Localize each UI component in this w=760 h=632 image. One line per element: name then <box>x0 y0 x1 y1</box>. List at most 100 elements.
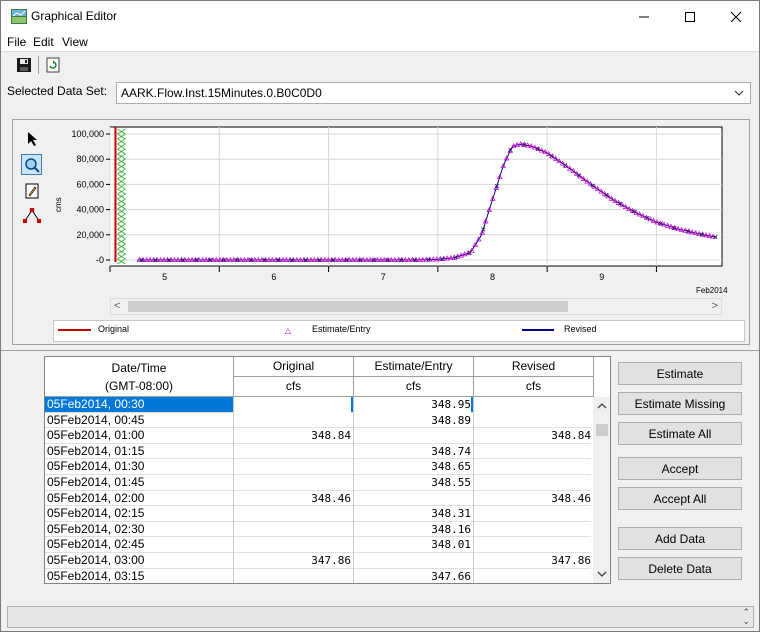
table-row[interactable]: 05Feb2014, 01:30 348.65 <box>45 459 591 476</box>
col-header-revised[interactable]: Revised <box>474 357 594 377</box>
table-row[interactable]: 05Feb2014, 01:00 348.84 348.84 <box>45 428 591 445</box>
cell-estimate[interactable] <box>354 553 471 569</box>
delete-data-button[interactable]: Delete Data <box>618 557 742 580</box>
cell-estimate[interactable]: 348.31 <box>354 506 471 522</box>
x-tick-label: 6 <box>271 272 276 282</box>
table-scroll-thumb[interactable] <box>596 424 608 436</box>
scroll-right-icon[interactable]: > <box>712 300 718 312</box>
scroll-thumb[interactable] <box>128 301 568 312</box>
cell-original[interactable]: 348.84 <box>234 428 351 444</box>
cell-datetime[interactable]: 05Feb2014, 02:15 <box>47 506 232 522</box>
table-row[interactable]: 05Feb2014, 01:45 348.55 <box>45 475 591 491</box>
add-data-button[interactable]: Add Data <box>618 527 742 550</box>
plot-horizontal-scrollbar[interactable]: < > <box>110 298 722 315</box>
cell-original[interactable] <box>234 459 351 475</box>
accept-all-button[interactable]: Accept All <box>618 487 742 510</box>
table-row[interactable]: 05Feb2014, 00:30 348.95 <box>45 397 591 413</box>
app-icon <box>11 9 27 24</box>
cell-datetime[interactable]: 05Feb2014, 01:30 <box>47 459 232 475</box>
cell-datetime[interactable]: 05Feb2014, 00:30 <box>47 397 232 413</box>
cell-datetime[interactable]: 05Feb2014, 02:45 <box>47 537 232 553</box>
maximize-button[interactable] <box>667 1 713 32</box>
refresh-button[interactable] <box>43 55 63 75</box>
cell-revised[interactable]: 348.46 <box>474 491 591 507</box>
table-row[interactable]: 05Feb2014, 02:00 348.46 348.46 <box>45 490 591 507</box>
cell-revised[interactable] <box>474 537 591 553</box>
menu-file[interactable]: File <box>7 35 26 49</box>
cell-revised[interactable] <box>474 459 591 475</box>
cell-original[interactable] <box>234 397 351 413</box>
cell-datetime[interactable]: 05Feb2014, 02:00 <box>47 491 232 507</box>
column-divider <box>473 459 474 476</box>
cell-estimate[interactable]: 348.16 <box>354 522 471 538</box>
cell-original[interactable] <box>234 537 351 553</box>
table-vertical-scrollbar[interactable] <box>593 397 611 583</box>
table-row[interactable]: 05Feb2014, 03:00 347.86 347.86 <box>45 553 591 569</box>
cell-datetime[interactable]: 05Feb2014, 01:00 <box>47 428 232 444</box>
cell-estimate[interactable]: 348.74 <box>354 444 471 460</box>
title-bar: Graphical Editor <box>1 1 759 32</box>
cell-original[interactable] <box>234 506 351 522</box>
cell-original[interactable] <box>234 475 351 491</box>
table-row[interactable]: 05Feb2014, 03:15 347.66 <box>45 568 591 583</box>
table-row[interactable]: 05Feb2014, 01:15 348.74 <box>45 443 591 460</box>
table-row[interactable]: 05Feb2014, 02:15 348.31 <box>45 506 591 523</box>
cell-revised[interactable] <box>474 397 591 413</box>
cell-revised[interactable] <box>474 522 591 538</box>
cell-estimate[interactable]: 348.95 <box>354 397 471 413</box>
column-divider <box>353 397 354 413</box>
cell-revised[interactable] <box>474 506 591 522</box>
minimize-button[interactable] <box>621 1 667 32</box>
cell-revised[interactable]: 347.86 <box>474 553 591 569</box>
scroll-up-icon[interactable] <box>593 400 611 412</box>
scroll-left-icon[interactable]: < <box>114 300 120 312</box>
cell-estimate[interactable]: 348.65 <box>354 459 471 475</box>
cell-estimate[interactable]: 348.01 <box>354 537 471 553</box>
cell-datetime[interactable]: 05Feb2014, 00:45 <box>47 413 232 429</box>
cell-estimate[interactable]: 348.55 <box>354 475 471 491</box>
menu-view[interactable]: View <box>62 35 88 49</box>
table-row[interactable]: 05Feb2014, 02:45 348.01 <box>45 537 591 554</box>
cell-estimate[interactable]: 347.66 <box>354 569 471 583</box>
table-row[interactable]: 05Feb2014, 00:45 348.89 <box>45 412 591 429</box>
cell-datetime[interactable]: 05Feb2014, 03:15 <box>47 569 232 583</box>
spin-down-icon[interactable]: ⌄ <box>742 617 750 626</box>
menu-edit[interactable]: Edit <box>33 35 54 49</box>
cell-original[interactable] <box>234 413 351 429</box>
col-header-estimate[interactable]: Estimate/Entry <box>354 357 474 377</box>
cell-original[interactable]: 347.86 <box>234 553 351 569</box>
cell-datetime[interactable]: 05Feb2014, 01:15 <box>47 444 232 460</box>
estimate-all-button[interactable]: Estimate All <box>618 422 742 445</box>
close-button[interactable] <box>713 1 759 32</box>
cell-revised[interactable] <box>474 444 591 460</box>
status-spinner[interactable]: ⌃ ⌄ <box>742 608 750 626</box>
estimate-button[interactable]: Estimate <box>618 362 742 385</box>
col-header-datetime[interactable]: Date/Time (GMT-08:00) <box>45 357 234 397</box>
cell-original[interactable]: 348.46 <box>234 491 351 507</box>
cell-revised[interactable] <box>474 413 591 429</box>
cell-original[interactable] <box>234 444 351 460</box>
cell-original[interactable] <box>234 522 351 538</box>
cell-revised[interactable] <box>474 569 591 583</box>
cell-datetime[interactable]: 05Feb2014, 03:00 <box>47 553 232 569</box>
save-button[interactable] <box>14 55 34 75</box>
col-header-original[interactable]: Original <box>234 357 354 377</box>
toolbar <box>1 52 759 78</box>
panel-splitter[interactable] <box>1 350 759 351</box>
column-divider <box>353 553 354 569</box>
estimate-missing-button[interactable]: Estimate Missing <box>618 392 742 415</box>
cell-revised[interactable] <box>474 475 591 491</box>
cell-estimate[interactable]: 348.89 <box>354 413 471 429</box>
table-row[interactable]: 05Feb2014, 02:30 348.16 <box>45 521 591 538</box>
cell-original[interactable] <box>234 569 351 583</box>
cell-revised[interactable]: 348.84 <box>474 428 591 444</box>
cell-datetime[interactable]: 05Feb2014, 01:45 <box>47 475 232 491</box>
cell-datetime[interactable]: 05Feb2014, 02:30 <box>47 522 232 538</box>
cell-estimate[interactable] <box>354 428 471 444</box>
dataset-select[interactable]: AARK.Flow.Inst.15Minutes.0.B0C0D0 <box>116 82 751 104</box>
cell-estimate[interactable] <box>354 491 471 507</box>
accept-button[interactable]: Accept <box>618 457 742 480</box>
y-tick-label: 60,000 <box>76 179 104 189</box>
scroll-down-icon[interactable] <box>593 568 611 580</box>
column-divider <box>233 459 234 476</box>
